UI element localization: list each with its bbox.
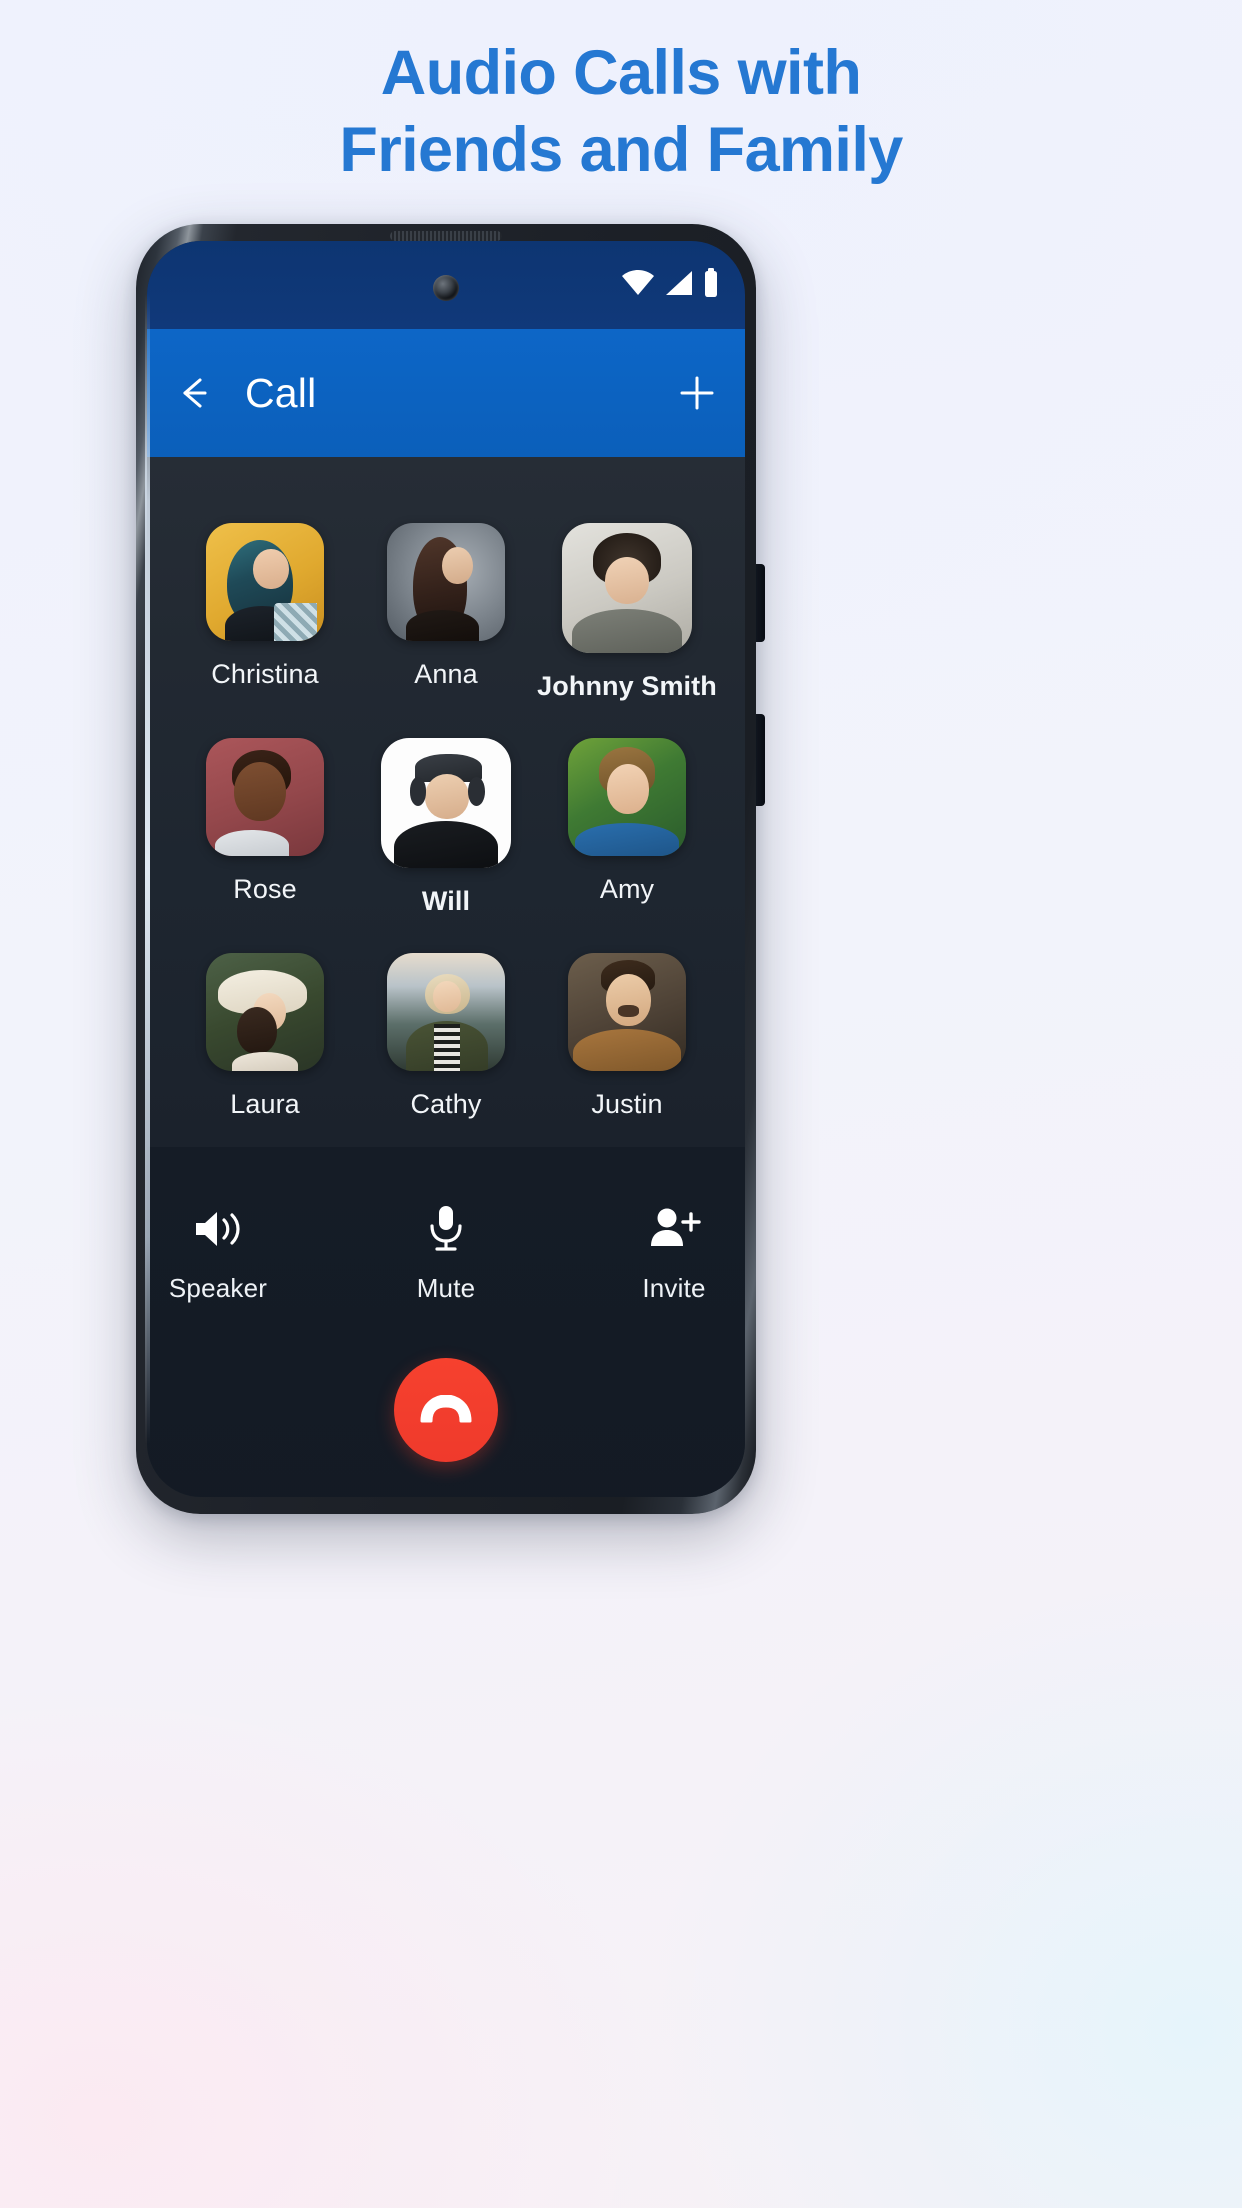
participant-amy[interactable]: Amy	[543, 738, 711, 905]
call-controls: Speaker Mute Invite	[147, 1147, 745, 1497]
cellular-signal-icon	[666, 271, 692, 295]
avatar[interactable]	[387, 953, 505, 1071]
participants-grid: Christina Anna Johnny Smith Rose Will Am…	[147, 457, 745, 1147]
participant-name: Rose	[233, 874, 297, 904]
participant-laura[interactable]: Laura	[181, 953, 349, 1120]
participant-name: Justin	[591, 1089, 663, 1119]
headline-line-1: Audio Calls with	[380, 38, 862, 108]
end-call-button[interactable]	[394, 1358, 498, 1462]
participant-johnny-smith[interactable]: Johnny Smith	[537, 523, 717, 702]
app-bar-title: Call	[245, 369, 317, 416]
microphone-icon	[426, 1203, 466, 1255]
participant-name: Laura	[230, 1089, 300, 1119]
wifi-icon	[622, 270, 654, 295]
participant-justin[interactable]: Justin	[543, 953, 711, 1120]
speaker-grille-icon	[390, 231, 502, 241]
participant-row: Laura Cathy Justin	[181, 953, 711, 1120]
arrow-left-icon[interactable]	[173, 372, 215, 414]
phone-hangup-icon	[420, 1395, 472, 1423]
phone-mockup: Call Christina Anna Johnny Smith Rose Wi…	[136, 224, 765, 1514]
participant-will[interactable]: Will	[362, 738, 530, 917]
headline-line-2: Friends and Family	[339, 114, 903, 185]
avatar[interactable]	[562, 523, 692, 653]
participant-name: Amy	[599, 874, 655, 904]
battery-icon	[705, 268, 717, 297]
avatar[interactable]	[568, 953, 686, 1071]
participant-name: Anna	[414, 659, 478, 689]
avatar[interactable]	[568, 738, 686, 856]
speaker-button[interactable]: Speaker	[158, 1203, 278, 1304]
invite-label: Invite	[642, 1273, 706, 1303]
participant-name: Will	[421, 886, 471, 916]
mute-label: Mute	[416, 1273, 476, 1303]
participant-christina[interactable]: Christina	[181, 523, 349, 690]
phone-body: Call Christina Anna Johnny Smith Rose Wi…	[136, 224, 756, 1514]
avatar[interactable]	[381, 738, 511, 868]
avatar[interactable]	[206, 953, 324, 1071]
participant-cathy[interactable]: Cathy	[362, 953, 530, 1120]
plus-icon[interactable]	[677, 373, 717, 413]
participant-row: Christina Anna Johnny Smith	[181, 523, 717, 702]
participant-row: Rose Will Amy	[181, 738, 711, 917]
avatar[interactable]	[206, 738, 324, 856]
status-bar	[147, 241, 745, 329]
participant-name: Cathy	[410, 1089, 482, 1119]
end-call-wrapper	[147, 1358, 745, 1462]
app-bar: Call	[147, 329, 745, 457]
participant-rose[interactable]: Rose	[181, 738, 349, 905]
call-controls-row: Speaker Mute Invite	[147, 1203, 745, 1304]
participant-name: Johnny Smith	[537, 671, 717, 701]
page-title: Audio Calls with Friends and Family	[0, 38, 1242, 185]
person-add-icon	[647, 1203, 701, 1255]
avatar[interactable]	[206, 523, 324, 641]
mute-button[interactable]: Mute	[386, 1203, 506, 1304]
avatar[interactable]	[387, 523, 505, 641]
front-camera-punch-hole-icon	[433, 275, 459, 301]
invite-button[interactable]: Invite	[614, 1203, 734, 1304]
phone-screen: Call Christina Anna Johnny Smith Rose Wi…	[147, 241, 745, 1497]
status-bar-icons	[621, 268, 719, 298]
speaker-label: Speaker	[168, 1273, 268, 1303]
participant-anna[interactable]: Anna	[362, 523, 530, 690]
speaker-volume-icon	[192, 1203, 244, 1255]
participant-name: Christina	[211, 659, 319, 689]
